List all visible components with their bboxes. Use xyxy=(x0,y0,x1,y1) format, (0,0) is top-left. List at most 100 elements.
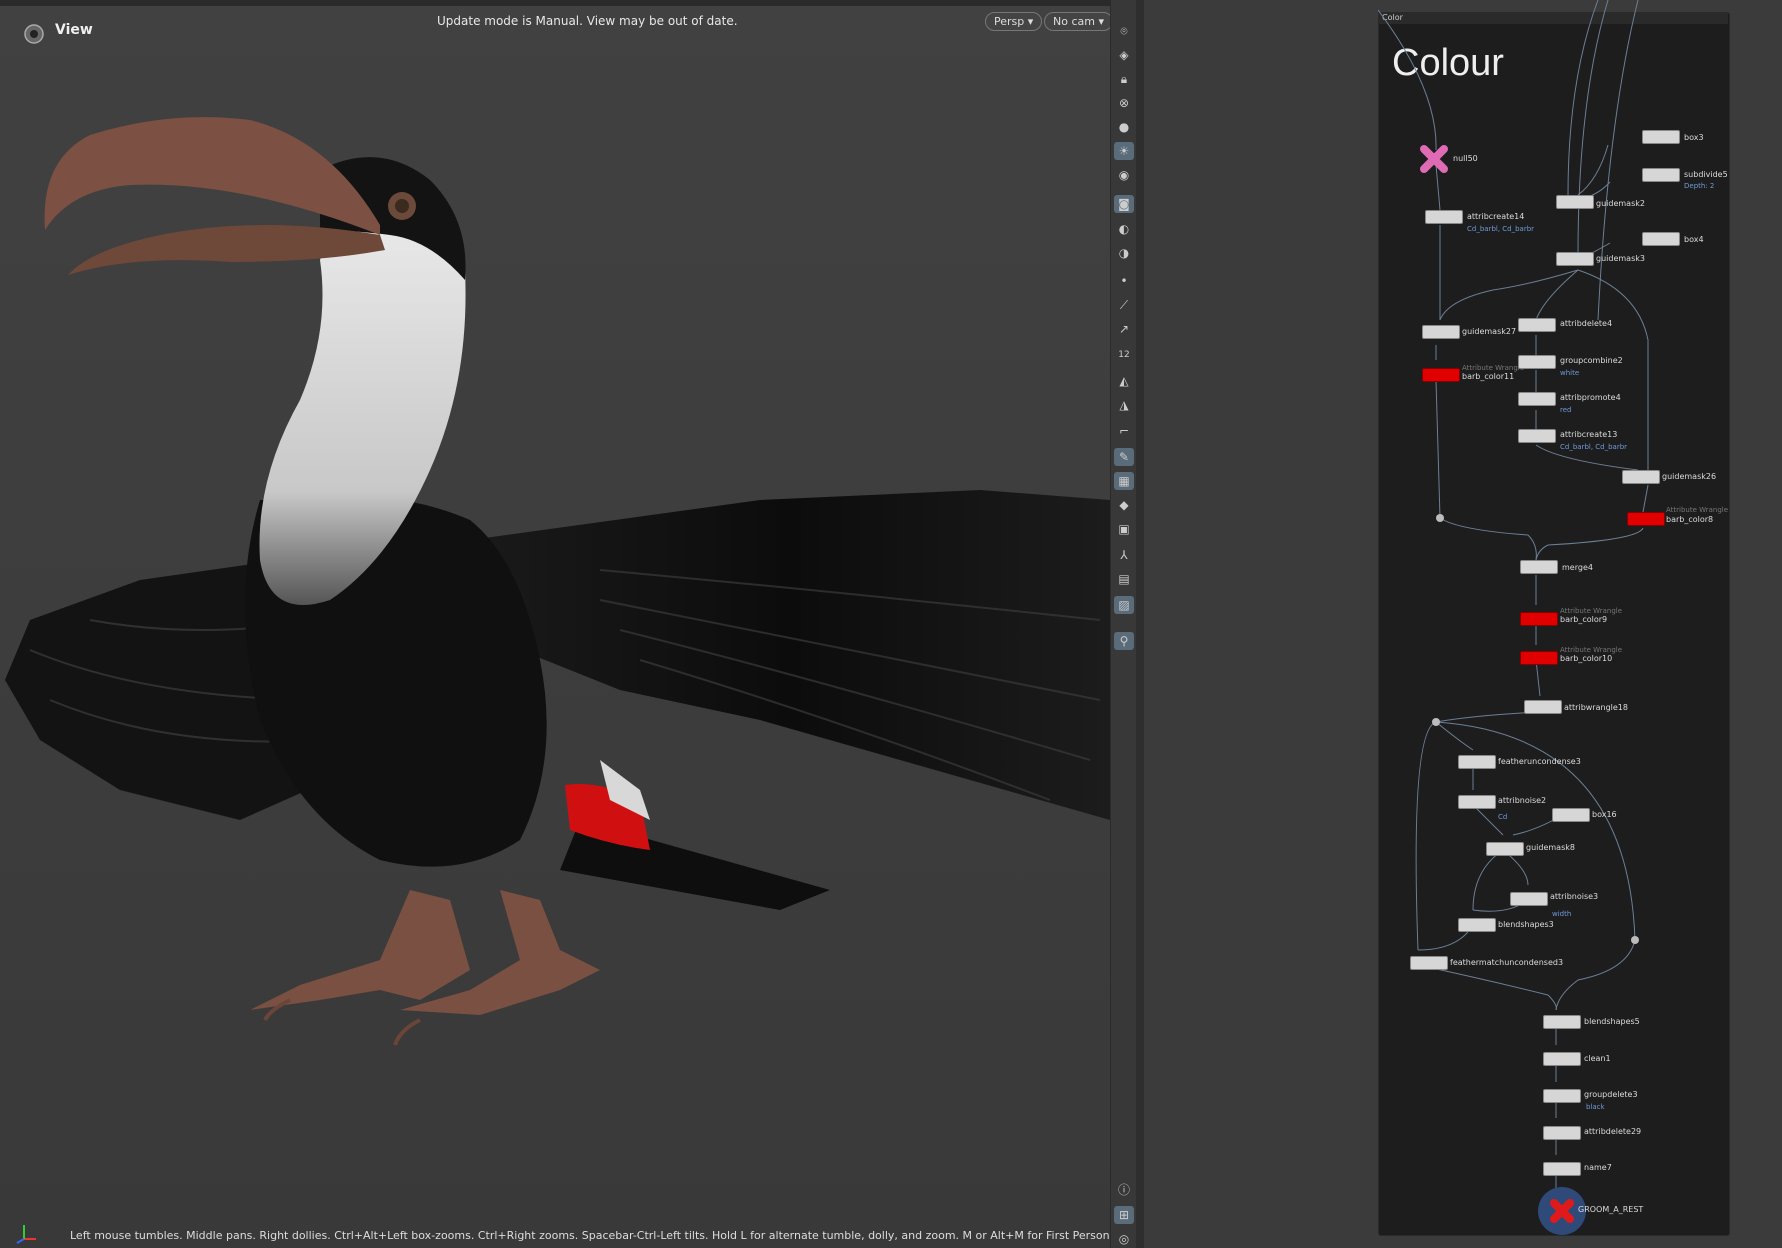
node-label: box4 xyxy=(1684,235,1704,244)
node-label: groupcombine2 xyxy=(1560,356,1623,365)
vertex-icon[interactable]: ⟋ xyxy=(1114,296,1134,314)
node-label: clean1 xyxy=(1584,1054,1611,1063)
node-box3[interactable] xyxy=(1642,130,1680,144)
node-attribnoise3[interactable] xyxy=(1510,892,1548,906)
node-attribnoise2[interactable] xyxy=(1458,795,1496,809)
node-barb-color8[interactable] xyxy=(1627,512,1665,526)
node-label: attribcreate13 xyxy=(1560,430,1618,439)
camera-mode-dropdown[interactable]: Persp ▾ xyxy=(985,12,1043,31)
map-icon[interactable]: ▣ xyxy=(1114,520,1134,538)
node-type-hint: Attribute Wrangle xyxy=(1560,607,1623,615)
node-merge4[interactable] xyxy=(1520,560,1558,574)
node-label: merge4 xyxy=(1562,563,1593,572)
node-label: box16 xyxy=(1592,810,1617,819)
node-name7[interactable] xyxy=(1543,1162,1581,1176)
brush-icon[interactable]: ◭ xyxy=(1114,372,1134,390)
node-featheruncondense3[interactable] xyxy=(1458,755,1496,769)
viewport-toolbar: ⌾ ◈ 🔒︎ ⊗ ● ☀ ◉ ◙ ◐ ◑ • ⟋ ↗ 12 ◭ ◮ ⌐ ✎ ▦ … xyxy=(1110,0,1137,1248)
camera-select-dropdown[interactable]: No cam ▾ xyxy=(1044,12,1113,31)
axis-gizmo-icon xyxy=(16,1225,36,1244)
pane-splitter[interactable] xyxy=(1136,0,1144,1248)
node-barb-color9[interactable] xyxy=(1520,612,1558,626)
node-box4[interactable] xyxy=(1642,232,1680,246)
display-options-icon[interactable]: ⌾ xyxy=(1114,22,1134,40)
texture-icon[interactable]: ▦ xyxy=(1114,472,1134,490)
node-label: guidemask27 xyxy=(1462,327,1517,336)
node-param: white xyxy=(1560,369,1580,377)
node-label: guidemask3 xyxy=(1596,254,1645,263)
node-attribdelete4[interactable] xyxy=(1518,318,1556,332)
node-label: barb_color11 xyxy=(1462,372,1515,381)
node-label: attribnoise2 xyxy=(1498,796,1547,805)
node-attribpromote4[interactable] xyxy=(1518,392,1556,406)
node-param: width xyxy=(1552,910,1572,918)
node-label: name7 xyxy=(1584,1163,1612,1172)
node-label: featheruncondense3 xyxy=(1498,757,1581,766)
node-label: subdivide5 xyxy=(1684,170,1728,179)
scene-viewport[interactable] xyxy=(0,0,1110,1248)
node-type-hint: Attribute Wrangle xyxy=(1666,506,1729,514)
node-label: attribpromote4 xyxy=(1560,393,1621,402)
info-icon[interactable]: ⓘ xyxy=(1114,1180,1134,1198)
node-feathermatchuncondensed3[interactable] xyxy=(1410,956,1448,970)
number-icon[interactable]: 12 xyxy=(1114,346,1134,364)
headlight-icon[interactable]: ◉ xyxy=(1114,166,1134,184)
node-label: guidemask8 xyxy=(1526,843,1575,852)
node-blendshapes5[interactable] xyxy=(1543,1015,1581,1029)
node-label: barb_color9 xyxy=(1560,615,1608,624)
node-attribdelete29[interactable] xyxy=(1543,1126,1581,1140)
node-clean1[interactable] xyxy=(1543,1052,1581,1066)
sculpt-icon[interactable]: ✎ xyxy=(1114,448,1134,466)
node-attribcreate14[interactable] xyxy=(1425,210,1463,224)
node-label: feathermatchuncondensed3 xyxy=(1450,958,1564,967)
node-guidemask3[interactable] xyxy=(1556,252,1594,266)
node-barb-color10[interactable] xyxy=(1520,651,1558,665)
ruler-icon[interactable]: ⌐ xyxy=(1114,422,1134,440)
node-label: barb_color8 xyxy=(1666,515,1714,524)
node-label: attribnoise3 xyxy=(1550,892,1599,901)
node-label: null50 xyxy=(1453,154,1478,163)
snapshot-icon[interactable]: ◑ xyxy=(1114,244,1134,262)
close-icon[interactable]: ⊗ xyxy=(1114,94,1134,112)
node-guidemask26[interactable] xyxy=(1622,470,1660,484)
node-groupcombine2[interactable] xyxy=(1518,355,1556,369)
node-attribcreate13[interactable] xyxy=(1518,429,1556,443)
camera-icon[interactable]: ◙ xyxy=(1114,195,1134,213)
ghost-icon[interactable]: ◈ xyxy=(1114,46,1134,64)
node-guidemask8[interactable] xyxy=(1486,842,1524,856)
node-param: Depth: 2 xyxy=(1684,182,1715,190)
pin-icon[interactable]: ⚲ xyxy=(1114,632,1134,650)
normal-icon[interactable]: ↗ xyxy=(1114,320,1134,338)
node-groupdelete3[interactable] xyxy=(1543,1089,1581,1103)
light-icon[interactable]: ☀ xyxy=(1114,142,1134,160)
layers-icon[interactable]: ◆ xyxy=(1114,496,1134,514)
display-icon[interactable]: ▤ xyxy=(1114,570,1134,588)
visibility-icon[interactable]: ◐ xyxy=(1114,220,1134,238)
node-param: red xyxy=(1560,406,1572,414)
node-param: Cd xyxy=(1498,813,1508,821)
skeleton-icon[interactable]: ⅄ xyxy=(1114,546,1134,564)
lock-icon[interactable]: 🔒︎ xyxy=(1114,70,1134,88)
node-subdivide5[interactable] xyxy=(1642,168,1680,182)
grid-icon[interactable]: ⊞ xyxy=(1114,1206,1134,1224)
update-mode-message: Update mode is Manual. View may be out o… xyxy=(437,14,738,28)
point-icon[interactable]: • xyxy=(1114,272,1134,290)
viewport-help-text: Left mouse tumbles. Middle pans. Right d… xyxy=(70,1229,1176,1242)
node-type-hint: Attribute Wrangle xyxy=(1560,646,1623,654)
render-icon[interactable]: ▨ xyxy=(1114,596,1134,614)
node-barb-color11[interactable] xyxy=(1422,368,1460,382)
node-label: attribdelete29 xyxy=(1584,1127,1642,1136)
node-guidemask27[interactable] xyxy=(1422,325,1460,339)
node-null50[interactable] xyxy=(1420,145,1448,173)
node-guidemask2[interactable] xyxy=(1556,195,1594,209)
shading-icon[interactable]: ● xyxy=(1114,118,1134,136)
node-type-hint: Attribute Wrangle xyxy=(1462,364,1525,372)
node-param: Cd_barbl, Cd_barbr xyxy=(1560,443,1628,451)
eye-icon[interactable]: ◎ xyxy=(1114,1230,1134,1248)
node-blendshapes3[interactable] xyxy=(1458,918,1496,932)
node-param: Cd_barbl, Cd_barbr xyxy=(1467,225,1535,233)
node-box16[interactable] xyxy=(1552,808,1590,822)
view-menu-icon[interactable] xyxy=(22,22,46,46)
node-attribwrangle18[interactable] xyxy=(1524,700,1562,714)
paint-icon[interactable]: ◮ xyxy=(1114,396,1134,414)
